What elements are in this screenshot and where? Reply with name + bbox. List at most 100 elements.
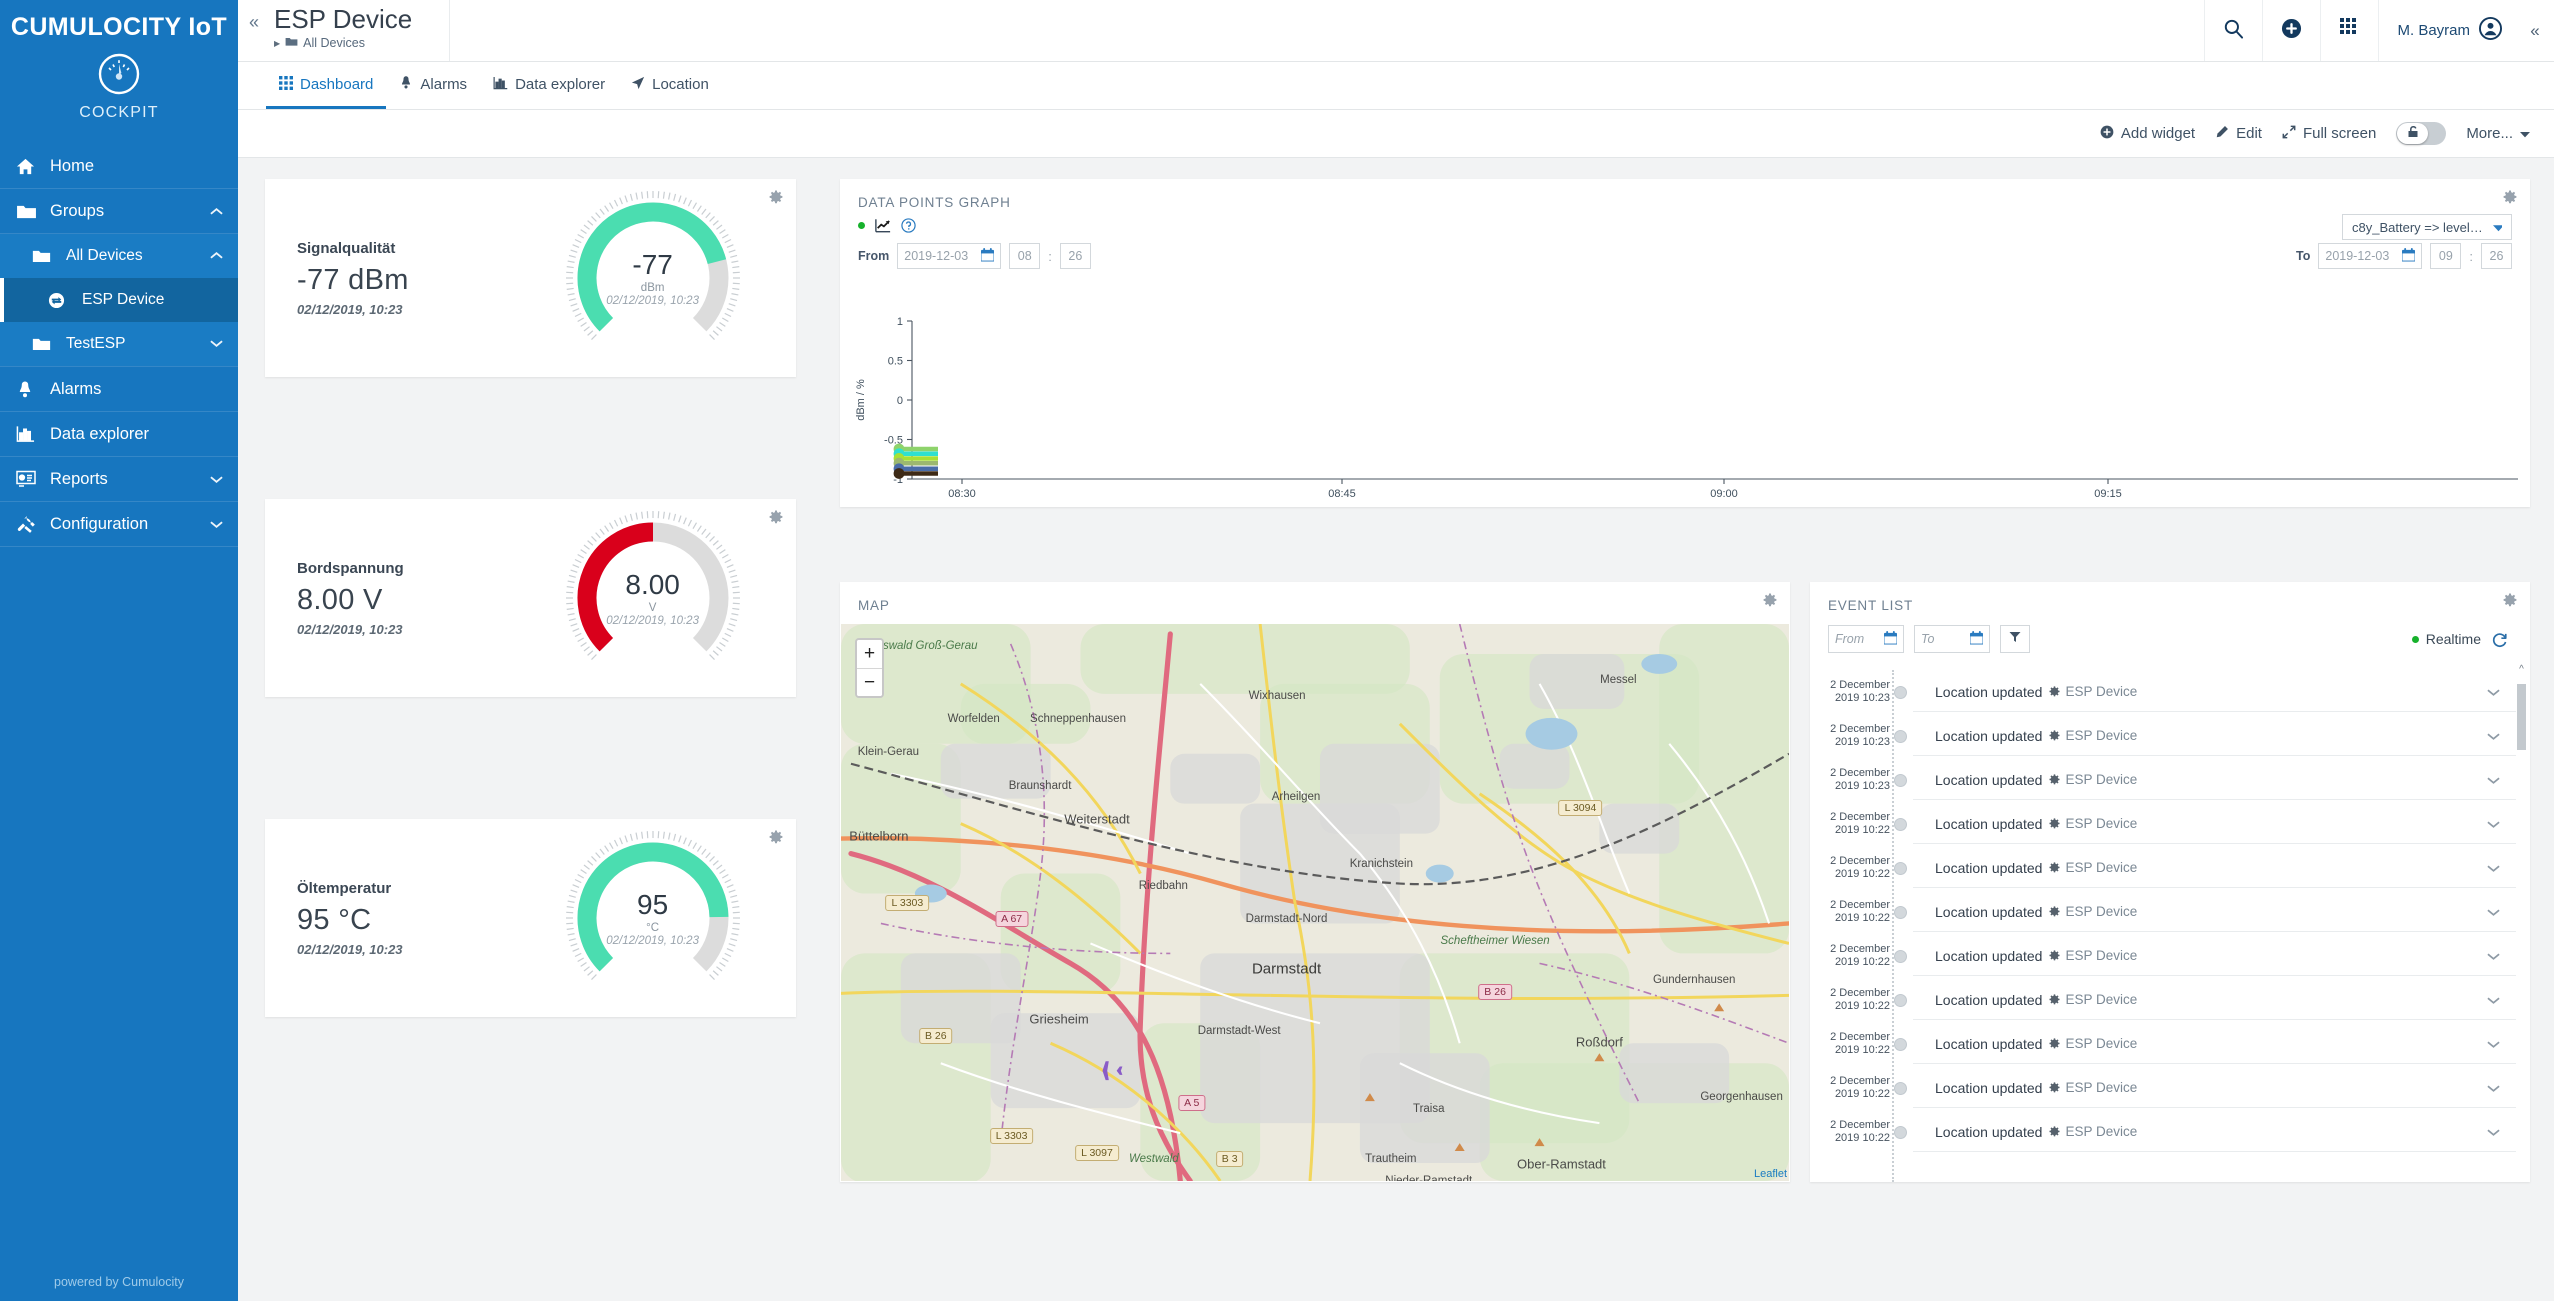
chevron-down-icon[interactable]: [2487, 1124, 2500, 1140]
collapse-right-panel-button[interactable]: «: [2516, 0, 2554, 61]
event-card[interactable]: Location updated ESP Device: [1913, 892, 2516, 932]
event-card[interactable]: Location updated ESP Device: [1913, 1068, 2516, 1108]
chevron-down-icon[interactable]: [2487, 860, 2500, 876]
navigation-icon: [631, 76, 645, 94]
map-place-label: Trautheim: [1365, 1152, 1417, 1165]
user-menu[interactable]: M. Bayram: [2378, 0, 2516, 61]
chevron-down-icon[interactable]: [2487, 1080, 2500, 1096]
tab-location[interactable]: Location: [618, 63, 722, 109]
search-button[interactable]: [2204, 0, 2262, 61]
event-list-row[interactable]: 2 December 2019 10:22 Location updated ESP …: [1810, 1022, 2530, 1066]
event-timestamp: 2 December 2019 10:23: [1828, 767, 1890, 793]
scroll-up-arrow-icon[interactable]: ^: [2517, 664, 2526, 675]
add-widget-button[interactable]: Add widget: [2100, 125, 2195, 143]
event-filter-button[interactable]: [2000, 625, 2030, 653]
event-card[interactable]: Location updated ESP Device: [1913, 672, 2516, 712]
add-button[interactable]: [2262, 0, 2320, 61]
chevron-down-icon[interactable]: [2487, 684, 2500, 700]
collapse-sidebar-button[interactable]: «: [238, 0, 270, 61]
event-list-row[interactable]: 2 December 2019 10:22 Location updated ESP …: [1810, 890, 2530, 934]
map-place-label: Darmstadt: [1251, 960, 1322, 978]
event-list-row[interactable]: 2 December 2019 10:23 Location updated ESP …: [1810, 670, 2530, 714]
to-date-input[interactable]: 2019-12-03: [2318, 243, 2423, 269]
widget-settings-gear-icon[interactable]: [769, 510, 783, 529]
chart-toolbar: c8y_Battery => level, c8y…: [840, 214, 2530, 240]
lock-dashboard-toggle[interactable]: [2396, 122, 2447, 145]
event-card[interactable]: Location updated ESP Device: [1913, 804, 2516, 844]
from-hour-input[interactable]: 08: [1009, 243, 1041, 269]
event-list-row[interactable]: 2 December 2019 10:23 Location updated ESP …: [1810, 758, 2530, 802]
widget-settings-gear-icon[interactable]: [2503, 190, 2517, 209]
from-minute-input[interactable]: 26: [1059, 243, 1091, 269]
sidebar-item-configuration[interactable]: Configuration: [0, 502, 238, 546]
more-menu-button[interactable]: More...: [2466, 125, 2530, 142]
event-card[interactable]: Location updated ESP Device: [1913, 716, 2516, 756]
map-zoom-in-button[interactable]: +: [857, 640, 882, 668]
chevron-down-icon[interactable]: [2487, 992, 2500, 1008]
chevron-down-icon[interactable]: [2487, 1036, 2500, 1052]
chart-plot-area[interactable]: 10.50-0.5-1dBm / %08:30 08:45 09:00 09:15: [840, 307, 2530, 507]
to-minute-input[interactable]: 26: [2481, 243, 2512, 269]
to-hour-input[interactable]: 09: [2430, 243, 2462, 269]
event-list-row[interactable]: 2 December 2019 10:22 Location updated ESP …: [1810, 1066, 2530, 1110]
event-card[interactable]: Location updated ESP Device: [1913, 1112, 2516, 1152]
event-card[interactable]: Location updated ESP Device: [1913, 760, 2516, 800]
map-place-label: Arheilgen: [1271, 790, 1321, 803]
map-canvas[interactable]: Staatswald Groß-Gerau Wixhausen Messel Worf…: [841, 624, 1789, 1181]
tab-alarms[interactable]: Alarms: [386, 63, 480, 109]
gauge-visual: 8.00 V 02/12/2019, 10:23: [509, 503, 796, 693]
chevron-down-icon[interactable]: [2487, 772, 2500, 788]
sidebar-item-alarms[interactable]: Alarms: [0, 367, 238, 411]
event-list-row[interactable]: 2 December 2019 10:23 Location updated ESP …: [1810, 714, 2530, 758]
widget-settings-gear-icon[interactable]: [2503, 593, 2517, 612]
event-time: 2019 10:23: [1834, 780, 1890, 792]
chart-type-icon[interactable]: [875, 218, 891, 233]
event-device-name: ESP Device: [2065, 860, 2138, 875]
event-card[interactable]: Location updated ESP Device: [1913, 936, 2516, 976]
tab-dashboard[interactable]: Dashboard: [266, 63, 387, 109]
breadcrumb[interactable]: ▶ All Devices: [274, 36, 431, 50]
help-icon[interactable]: [901, 218, 916, 233]
tab-data-explorer[interactable]: Data explorer: [480, 63, 618, 109]
sidebar-item-groups[interactable]: Groups: [0, 189, 238, 233]
event-card[interactable]: Location updated ESP Device: [1913, 980, 2516, 1020]
sidebar-item-esp-device[interactable]: ESP Device: [0, 278, 238, 322]
event-list-row[interactable]: 2 December 2019 10:22 Location updated ESP …: [1810, 1110, 2530, 1154]
chevron-down-icon[interactable]: [2487, 728, 2500, 744]
chevron-down-icon[interactable]: [2487, 816, 2500, 832]
sidebar-item-data-explorer[interactable]: Data explorer: [0, 412, 238, 456]
widget-settings-gear-icon[interactable]: [769, 830, 783, 849]
full-screen-button[interactable]: Full screen: [2282, 125, 2376, 143]
sidebar-item-reports[interactable]: Reports: [0, 457, 238, 501]
scrollbar-thumb[interactable]: [2517, 684, 2526, 750]
event-from-date-input[interactable]: From: [1828, 625, 1904, 653]
event-reload-button[interactable]: [2491, 631, 2508, 648]
gear-icon: [2049, 686, 2060, 697]
event-timeline-bullet: [1894, 949, 1907, 963]
event-list-row[interactable]: 2 December 2019 10:22 Location updated ESP …: [1810, 978, 2530, 1022]
event-list-row[interactable]: 2 December 2019 10:22 Location updated ESP …: [1810, 934, 2530, 978]
from-label: From: [858, 249, 890, 263]
widget-settings-gear-icon[interactable]: [1763, 593, 1777, 612]
from-date-input[interactable]: 2019-12-03: [897, 243, 1002, 269]
sidebar-item-testesp[interactable]: TestESP: [0, 322, 238, 366]
event-list-scrollbar[interactable]: ^: [2517, 664, 2526, 1172]
sidebar-item-home[interactable]: Home: [0, 144, 238, 188]
chevron-down-icon[interactable]: [2487, 948, 2500, 964]
edit-button[interactable]: Edit: [2215, 125, 2262, 143]
gauge-arc: [565, 831, 740, 980]
event-list-scroll-area[interactable]: 2 December 2019 10:23 Location updated ESP …: [1810, 670, 2530, 1182]
app-switcher-button[interactable]: [2320, 0, 2378, 61]
map-zoom-out-button[interactable]: −: [857, 668, 882, 696]
event-time: 2019 10:22: [1834, 956, 1890, 968]
chevron-down-icon[interactable]: [2487, 904, 2500, 920]
widget-settings-gear-icon[interactable]: [769, 190, 783, 209]
leaflet-attribution[interactable]: Leaflet: [1754, 1168, 1787, 1180]
event-timeline-bullet: [1894, 773, 1907, 787]
sidebar-item-all-devices[interactable]: All Devices: [0, 234, 238, 278]
event-list-row[interactable]: 2 December 2019 10:22 Location updated ESP …: [1810, 846, 2530, 890]
event-card[interactable]: Location updated ESP Device: [1913, 1024, 2516, 1064]
event-card[interactable]: Location updated ESP Device: [1913, 848, 2516, 888]
event-list-row[interactable]: 2 December 2019 10:22 Location updated ESP …: [1810, 802, 2530, 846]
event-to-date-input[interactable]: To: [1914, 625, 1990, 653]
